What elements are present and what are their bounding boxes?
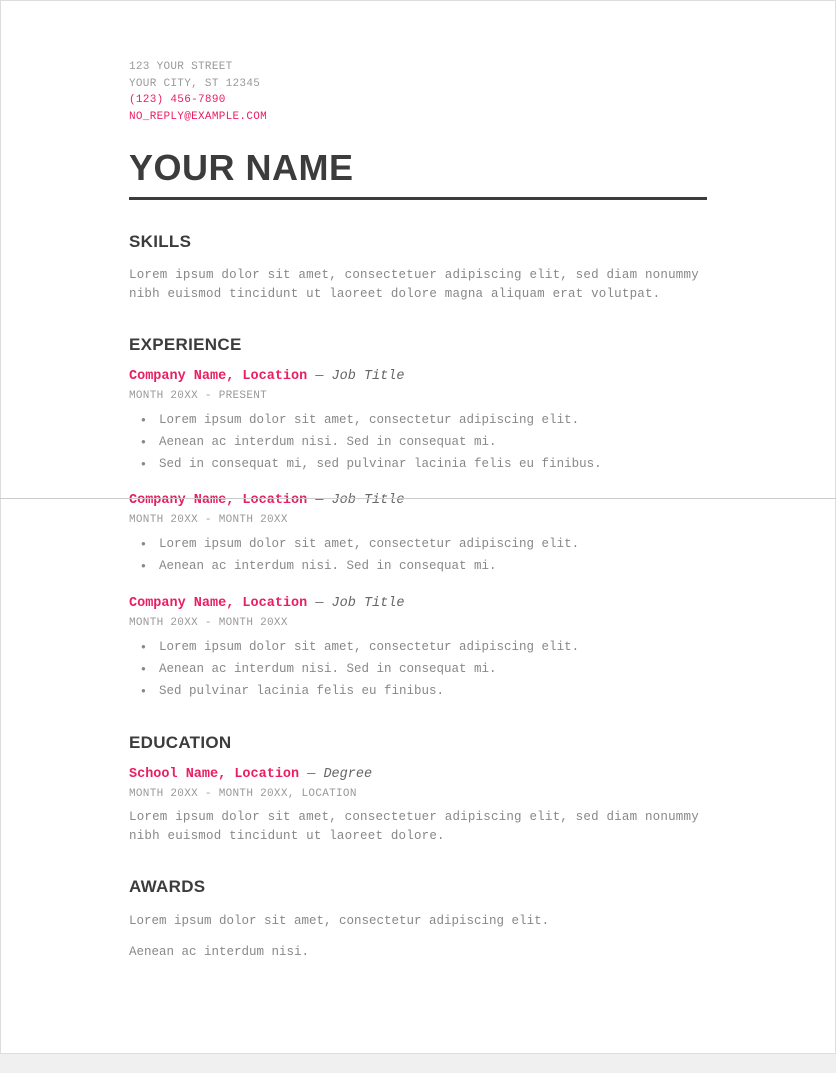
contact-street: 123 YOUR STREET <box>129 59 707 76</box>
experience-entry-header: Company Name, Location — Job Title <box>129 369 707 384</box>
skills-section: SKILLS Lorem ipsum dolor sit amet, conse… <box>129 232 707 305</box>
award-text: Aenean ac interdum nisi. <box>129 942 707 963</box>
education-title: EDUCATION <box>129 733 707 753</box>
school-name: School Name, Location <box>129 767 299 782</box>
company-name: Company Name, Location <box>129 493 307 508</box>
contact-block: 123 YOUR STREET YOUR CITY, ST 12345 (123… <box>129 59 707 125</box>
experience-date: MONTH 20XX - MONTH 20XX <box>129 617 707 629</box>
education-section: EDUCATION School Name, Location — Degree… <box>129 733 707 847</box>
experience-date: MONTH 20XX - PRESENT <box>129 390 707 402</box>
experience-entry-header: Company Name, Location — Job Title <box>129 596 707 611</box>
experience-entry: Company Name, Location — Job Title MONTH… <box>129 596 707 703</box>
contact-phone: (123) 456-7890 <box>129 92 707 109</box>
list-item: Lorem ipsum dolor sit amet, consectetur … <box>159 637 707 659</box>
experience-date: MONTH 20XX - MONTH 20XX <box>129 514 707 526</box>
experience-entry: Company Name, Location — Job Title MONTH… <box>129 369 707 476</box>
entry-sep: — <box>307 493 331 508</box>
list-item: Sed pulvinar lacinia felis eu finibus. <box>159 681 707 703</box>
entry-sep: — <box>299 767 323 782</box>
degree: Degree <box>323 767 372 782</box>
experience-bullets: Lorem ipsum dolor sit amet, consectetur … <box>129 637 707 703</box>
job-title: Job Title <box>332 493 405 508</box>
education-entry-header: School Name, Location — Degree <box>129 767 707 782</box>
entry-sep: — <box>307 369 331 384</box>
list-item: Lorem ipsum dolor sit amet, consectetur … <box>159 534 707 556</box>
header-rule <box>129 197 707 200</box>
education-text: Lorem ipsum dolor sit amet, consectetuer… <box>129 808 707 847</box>
job-title: Job Title <box>332 369 405 384</box>
list-item: Aenean ac interdum nisi. Sed in consequa… <box>159 659 707 681</box>
company-name: Company Name, Location <box>129 596 307 611</box>
experience-title: EXPERIENCE <box>129 335 707 355</box>
skills-text: Lorem ipsum dolor sit amet, consectetuer… <box>129 266 707 305</box>
awards-title: AWARDS <box>129 877 707 897</box>
list-item: Sed in consequat mi, sed pulvinar lacini… <box>159 454 707 476</box>
entry-sep: — <box>307 596 331 611</box>
experience-section: EXPERIENCE Company Name, Location — Job … <box>129 335 707 703</box>
award-text: Lorem ipsum dolor sit amet, consectetur … <box>129 911 707 932</box>
skills-title: SKILLS <box>129 232 707 252</box>
page-break-line <box>0 498 836 499</box>
job-title: Job Title <box>332 596 405 611</box>
contact-email: NO_REPLY@EXAMPLE.COM <box>129 109 707 126</box>
resume-name: YOUR NAME <box>129 147 707 189</box>
contact-city: YOUR CITY, ST 12345 <box>129 76 707 93</box>
education-date: MONTH 20XX - MONTH 20XX, LOCATION <box>129 788 707 800</box>
education-entry: School Name, Location — Degree MONTH 20X… <box>129 767 707 847</box>
experience-bullets: Lorem ipsum dolor sit amet, consectetur … <box>129 410 707 476</box>
resume-page: 123 YOUR STREET YOUR CITY, ST 12345 (123… <box>0 0 836 1054</box>
experience-bullets: Lorem ipsum dolor sit amet, consectetur … <box>129 534 707 578</box>
experience-entry-header: Company Name, Location — Job Title <box>129 493 707 508</box>
list-item: Lorem ipsum dolor sit amet, consectetur … <box>159 410 707 432</box>
list-item: Aenean ac interdum nisi. Sed in consequa… <box>159 432 707 454</box>
experience-entry: Company Name, Location — Job Title MONTH… <box>129 493 707 578</box>
list-item: Aenean ac interdum nisi. Sed in consequa… <box>159 556 707 578</box>
company-name: Company Name, Location <box>129 369 307 384</box>
awards-section: AWARDS Lorem ipsum dolor sit amet, conse… <box>129 877 707 964</box>
